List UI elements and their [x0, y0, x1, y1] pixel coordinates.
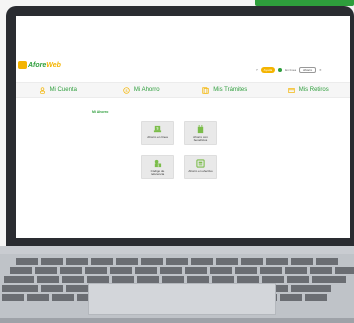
key-row [16, 258, 338, 265]
tile-label: Ahorro con beneficios [193, 135, 208, 143]
nav-item-mis-tramites[interactable]: Mis Trámites [183, 83, 267, 97]
withdrawal-icon [288, 87, 295, 93]
tile-ahorro-en-linea[interactable]: $ Ahorro en línea [141, 121, 174, 145]
close-icon[interactable]: ✕ [319, 68, 322, 72]
laptop-front-edge [0, 318, 354, 323]
help-icon[interactable]: ? [256, 68, 258, 72]
tile-label: Ahorro en efectivo [188, 169, 213, 173]
tile-ahorro-con-beneficios[interactable]: Ahorro con beneficios [184, 121, 217, 145]
benefits-icon [197, 125, 204, 134]
svg-text:$: $ [157, 127, 159, 131]
key-row [10, 267, 354, 274]
nav-item-label: Mis Retiros [298, 87, 329, 93]
reference-code-icon: $ [154, 159, 162, 168]
app-logo[interactable]: AforeWeb [18, 61, 61, 69]
savings-icon: $ [123, 86, 130, 94]
header-tools: ? Ayuda En línea Ahorro ✕ [256, 67, 322, 73]
nav-item-label: Mis Trámites [213, 87, 248, 93]
nav-item-label: Mi Ahorro [133, 87, 160, 93]
account-icon [39, 86, 45, 94]
tile-label: Ahorro en línea [147, 135, 168, 139]
online-savings-icon: $ [153, 125, 162, 133]
nav-item-mis-retiros[interactable]: Mis Retiros [267, 83, 351, 97]
main-nav: Mi Cuenta $ Mi Ahorro Mis Trámites Mis R… [16, 82, 350, 98]
svg-text:$: $ [125, 88, 127, 92]
cash-savings-icon [196, 159, 205, 168]
tile-ahorro-en-efectivo[interactable]: Ahorro en efectivo [184, 155, 217, 179]
laptop-screen: AforeWeb ? Ayuda En línea Ahorro ✕ Mi Cu… [16, 16, 350, 238]
touchpad [88, 283, 276, 315]
breadcrumb: Mi Ahorro [92, 110, 109, 114]
tile-codigo-de-referencia[interactable]: $ Código de referencia [141, 155, 174, 179]
laptop-hinge [0, 246, 354, 254]
key-row [4, 276, 346, 283]
nav-item-mi-ahorro[interactable]: $ Mi Ahorro [100, 83, 184, 97]
logo-icon [18, 61, 27, 69]
app-header: AforeWeb ? Ayuda En línea Ahorro ✕ [16, 61, 350, 79]
documents-icon [202, 86, 209, 94]
nav-item-mi-cuenta[interactable]: Mi Cuenta [16, 83, 100, 97]
status-label: En línea [285, 68, 297, 72]
status-dot-icon [278, 68, 283, 72]
nav-item-label: Mi Cuenta [49, 87, 77, 93]
section-select[interactable]: Ahorro [299, 67, 317, 73]
help-badge[interactable]: Ayuda [260, 67, 276, 73]
logo-text: AforeWeb [28, 61, 61, 69]
tile-label: Código de referencia [150, 169, 165, 177]
